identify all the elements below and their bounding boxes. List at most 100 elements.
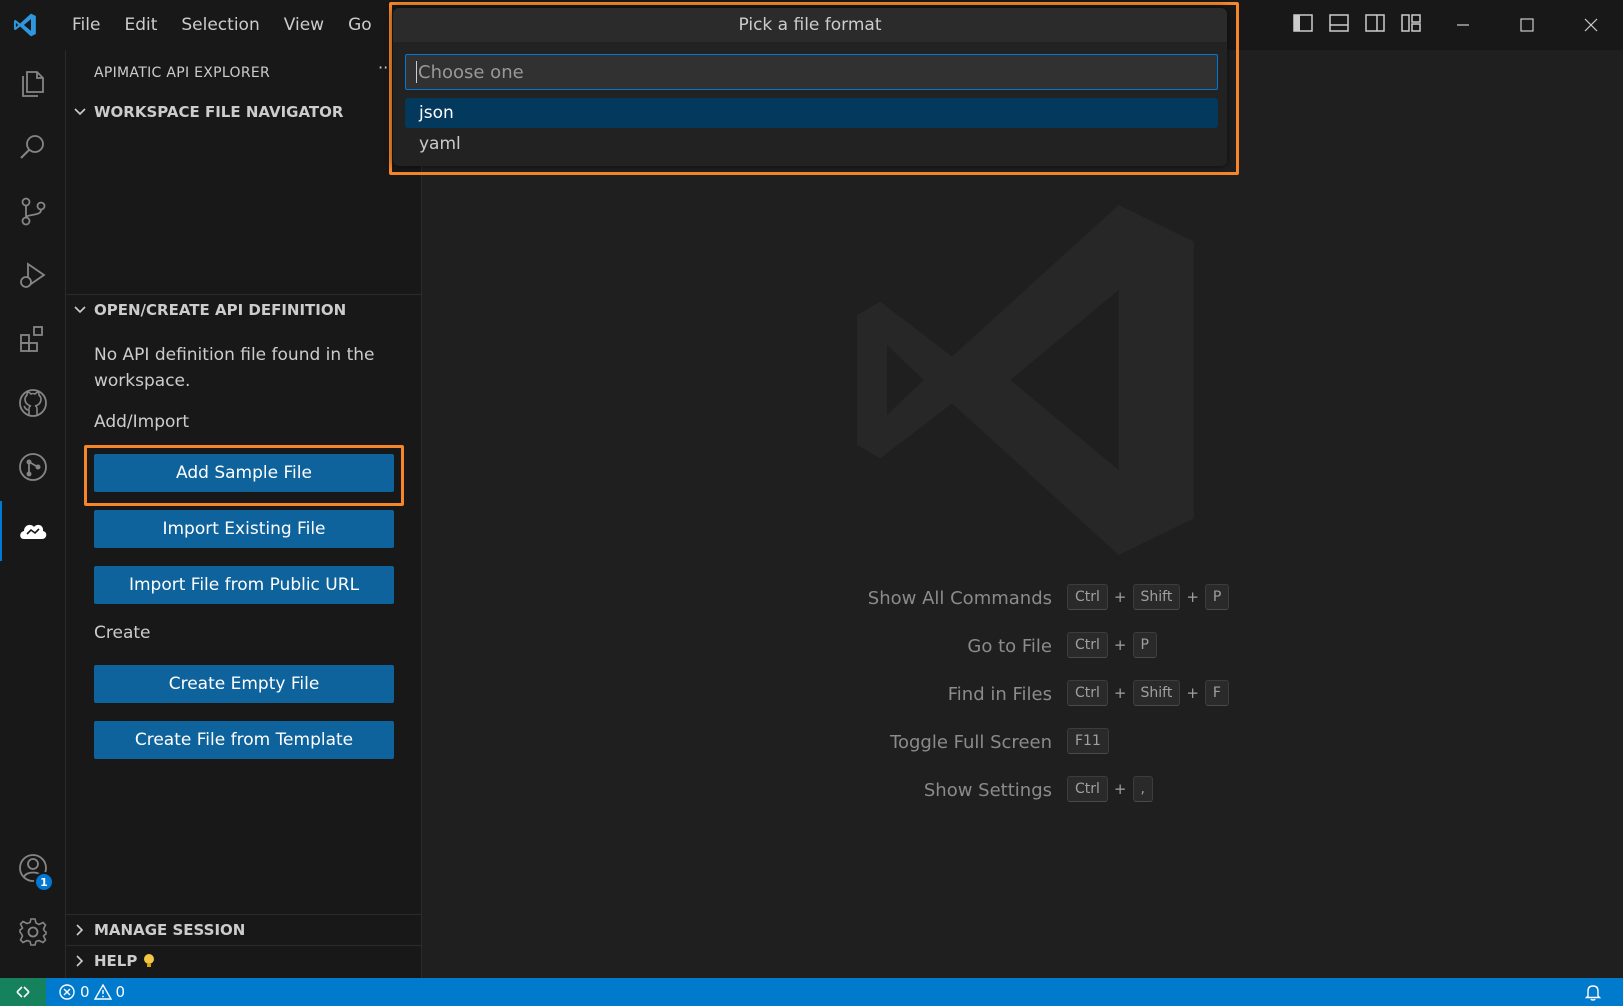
status-bar: 0 0 <box>0 978 1623 1006</box>
search-tab[interactable] <box>0 117 66 177</box>
remote-button[interactable] <box>0 978 46 1006</box>
shortcut-row[interactable]: Go to File Ctrl + P <box>722 632 1422 664</box>
key-cap: P <box>1204 584 1230 610</box>
run-debug-icon <box>20 262 46 288</box>
shortcut-row[interactable]: Find in Files Ctrl + Shift + F <box>722 680 1422 712</box>
explorer-tab[interactable] <box>0 53 66 113</box>
sidebar-title: APIMATIC API EXPLORER <box>94 65 271 81</box>
minimize-button[interactable] <box>1431 0 1495 50</box>
section-workspace-file-navigator[interactable]: WORKSPACE FILE NAVIGATOR <box>66 97 422 127</box>
sidebar-more-button[interactable]: ··· <box>378 58 393 77</box>
quick-pick-dialog: Pick a file format Choose one json yaml <box>393 8 1227 166</box>
toggle-panel-icon[interactable] <box>1328 12 1350 34</box>
option-yaml[interactable]: yaml <box>405 129 1218 159</box>
problems-indicator[interactable]: 0 0 <box>58 983 125 1001</box>
vscode-watermark-icon <box>857 205 1194 555</box>
shortcut-row[interactable]: Show Settings Ctrl + , <box>722 776 1422 808</box>
close-button[interactable] <box>1559 0 1623 50</box>
quick-pick-placeholder: Choose one <box>418 61 524 83</box>
vscode-logo-icon <box>13 13 36 37</box>
files-icon <box>22 71 44 97</box>
bell-icon[interactable] <box>1583 982 1603 1002</box>
chevron-right-icon <box>66 923 94 937</box>
import-existing-file-button[interactable]: Import Existing File <box>94 510 394 548</box>
warning-icon <box>93 983 112 1000</box>
error-count: 0 <box>80 983 90 1001</box>
create-empty-file-button[interactable]: Create Empty File <box>94 665 394 703</box>
chevron-down-icon <box>66 105 94 119</box>
side-bar: APIMATIC API EXPLORER ··· WORKSPACE FILE… <box>66 50 422 978</box>
minimize-icon <box>1457 24 1469 26</box>
key-cap: Ctrl <box>1067 680 1108 706</box>
menu-selection[interactable]: Selection <box>169 10 271 40</box>
toggle-secondary-sidebar-icon[interactable] <box>1364 12 1386 34</box>
shortcut-label: Go to File <box>967 636 1052 657</box>
key-cap: P <box>1132 632 1157 658</box>
option-json[interactable]: json <box>405 98 1218 128</box>
key-cap: Shift <box>1132 680 1181 706</box>
search-icon <box>20 135 44 159</box>
close-icon <box>1584 18 1598 32</box>
manage-tab[interactable] <box>0 902 66 962</box>
menu-edit[interactable]: Edit <box>112 10 169 40</box>
maximize-icon <box>1520 18 1534 32</box>
shortcut-label: Show All Commands <box>867 588 1052 609</box>
gear-icon <box>19 918 47 946</box>
extensions-tab[interactable] <box>0 309 66 369</box>
section-open-create-api-definition[interactable]: OPEN/CREATE API DEFINITION <box>66 295 422 325</box>
section-title: MANAGE SESSION <box>94 921 246 939</box>
run-debug-tab[interactable] <box>0 245 66 305</box>
menu-view[interactable]: View <box>272 10 336 40</box>
github-tab[interactable] <box>0 373 66 433</box>
chevron-right-icon <box>66 954 94 968</box>
key-cap: Shift <box>1132 584 1181 610</box>
editor-area: Show All Commands Ctrl + Shift + P Go to F… <box>422 50 1623 978</box>
menu-bar: File Edit Selection View Go ··· <box>60 0 428 50</box>
git-graph-tab[interactable] <box>0 437 66 497</box>
menu-go[interactable]: Go <box>336 10 384 40</box>
maximize-button[interactable] <box>1495 0 1559 50</box>
remote-icon <box>16 986 30 998</box>
extensions-icon <box>20 326 43 352</box>
section-title: OPEN/CREATE API DEFINITION <box>94 301 347 319</box>
import-file-from-url-button[interactable]: Import File from Public URL <box>94 566 394 604</box>
customize-layout-icon[interactable] <box>1400 12 1422 34</box>
create-file-from-template-button[interactable]: Create File from Template <box>94 721 394 759</box>
apimatic-cloud-icon <box>20 524 47 539</box>
add-import-label: Add/Import <box>94 412 190 432</box>
section-help[interactable]: HELP <box>66 946 422 976</box>
source-control-tab[interactable] <box>0 181 66 241</box>
github-icon <box>19 389 47 417</box>
warning-count: 0 <box>115 983 126 1001</box>
create-label: Create <box>94 623 151 643</box>
apimatic-tab[interactable] <box>0 501 66 561</box>
section-manage-session[interactable]: MANAGE SESSION <box>66 915 422 945</box>
error-icon <box>59 984 75 1000</box>
quick-pick-input[interactable]: Choose one <box>405 54 1218 90</box>
key-cap: F <box>1204 680 1229 706</box>
section-title: HELP <box>94 952 138 970</box>
toggle-primary-sidebar-icon[interactable] <box>1292 12 1314 34</box>
empty-message: No API definition file found in the work… <box>94 345 375 391</box>
shortcut-row[interactable]: Show All Commands Ctrl + Shift + P <box>722 584 1422 616</box>
chevron-down-icon <box>66 303 94 317</box>
git-graph-icon <box>19 453 47 481</box>
key-cap: , <box>1132 776 1153 802</box>
lightbulb-icon <box>144 954 155 967</box>
key-cap: Ctrl <box>1067 776 1108 802</box>
window-controls <box>1431 0 1623 50</box>
shortcut-label: Show Settings <box>923 780 1052 801</box>
shortcut-label: Toggle Full Screen <box>890 732 1052 753</box>
source-control-icon <box>21 197 46 226</box>
text-caret <box>416 61 417 83</box>
activity-bar: 1 <box>0 50 66 978</box>
accounts-badge: 1 <box>34 872 54 892</box>
accounts-tab[interactable]: 1 <box>0 838 66 898</box>
key-cap: Ctrl <box>1067 632 1108 658</box>
section-title: WORKSPACE FILE NAVIGATOR <box>94 103 344 121</box>
menu-file[interactable]: File <box>60 10 112 40</box>
add-sample-file-button[interactable]: Add Sample File <box>94 454 394 492</box>
shortcut-row[interactable]: Toggle Full Screen F11 <box>722 728 1422 760</box>
key-cap: Ctrl <box>1067 584 1108 610</box>
quick-pick-title: Pick a file format <box>393 8 1227 42</box>
